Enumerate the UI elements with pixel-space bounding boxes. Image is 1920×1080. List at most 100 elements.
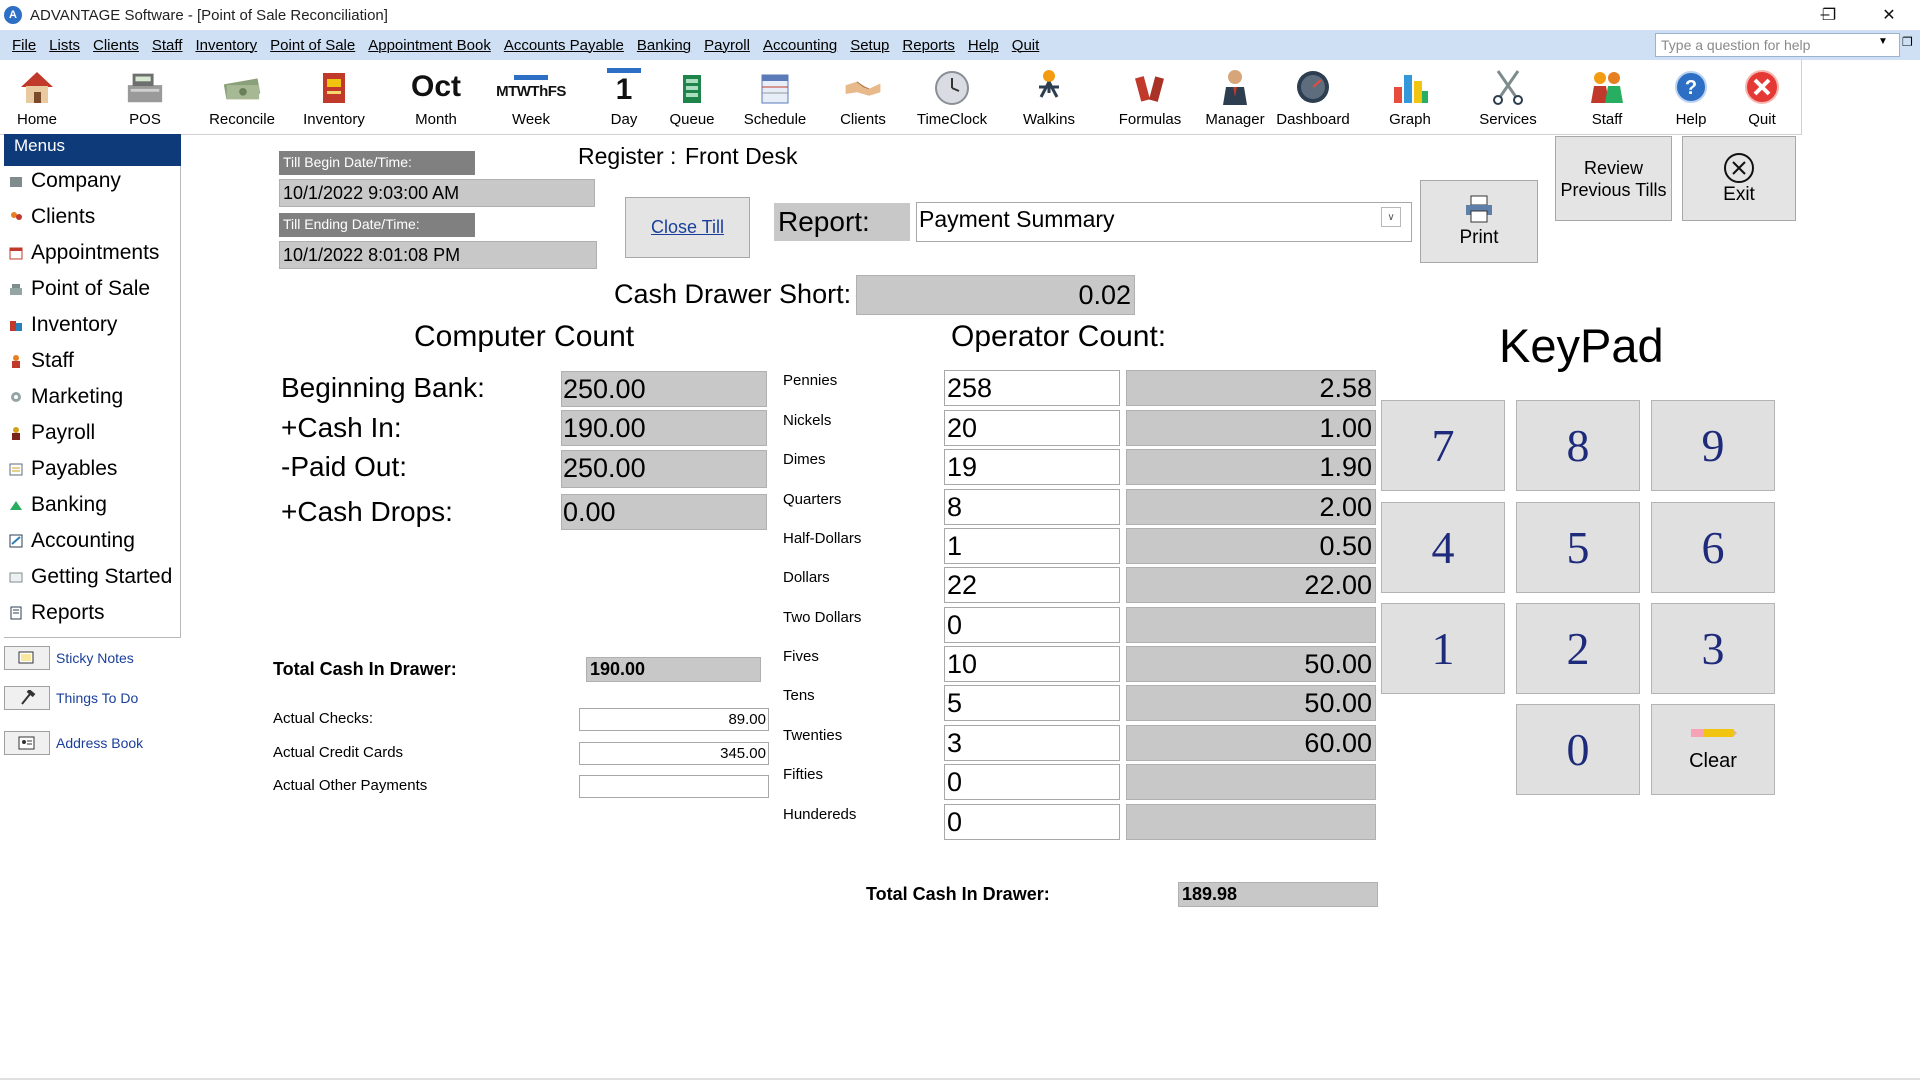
sticky-notes-icon[interactable] (4, 646, 50, 670)
sidebar-item-inventory[interactable]: Inventory (8, 310, 117, 340)
hundreds-count-input[interactable]: 0 (944, 804, 1120, 840)
menu-clients[interactable]: Clients (93, 37, 139, 54)
two-dollars-count-input[interactable]: 0 (944, 607, 1120, 643)
fives-count-input[interactable]: 10 (944, 646, 1120, 682)
toolbar-pos-button[interactable]: POS (120, 60, 170, 135)
sidebar-item-company[interactable]: Company (8, 166, 121, 196)
sidebar-item-marketing[interactable]: Marketing (8, 382, 123, 412)
twenties-count-input[interactable]: 3 (944, 725, 1120, 761)
toolbar-clients-button[interactable]: Clients (836, 60, 890, 135)
fifties-count-input[interactable]: 0 (944, 764, 1120, 800)
toolbar-day-button[interactable]: 1 Day (598, 60, 650, 135)
review-previous-tills-button[interactable]: Review Previous Tills (1555, 136, 1672, 221)
sidebar-item-payables[interactable]: Payables (8, 454, 117, 484)
menu-point-of-sale[interactable]: Point of Sale (270, 37, 355, 54)
help-dropdown-icon[interactable]: ▼ (1878, 36, 1888, 47)
toolbar-schedule-button[interactable]: Schedule (742, 60, 808, 135)
sidebar-item-point-of-sale[interactable]: Point of Sale (8, 274, 150, 304)
keypad-key-3[interactable]: 3 (1651, 603, 1775, 694)
sidebar-item-getting-started[interactable]: Getting Started (8, 562, 172, 592)
toolbar-services-button[interactable]: Services (1472, 60, 1544, 135)
keypad-key-2[interactable]: 2 (1516, 603, 1640, 694)
exit-button[interactable]: Exit (1682, 136, 1796, 221)
keypad-key-4[interactable]: 4 (1381, 502, 1505, 593)
sidebar-item-staff[interactable]: Staff (8, 346, 74, 376)
toolbar-inventory-button[interactable]: Inventory (302, 60, 366, 135)
sidebar-item-banking[interactable]: Banking (8, 490, 107, 520)
menu-file[interactable]: File (12, 37, 36, 54)
sidebar-item-accounting[interactable]: Accounting (8, 526, 135, 556)
keypad-key-7[interactable]: 7 (1381, 400, 1505, 491)
chevron-down-icon[interactable]: ∨ (1381, 207, 1401, 227)
print-button[interactable]: Print (1420, 180, 1538, 263)
toolbar-month-button[interactable]: Oct Month (408, 60, 464, 135)
actual-credit-cards-input[interactable]: 345.00 (579, 742, 769, 765)
menu-reports[interactable]: Reports (902, 37, 955, 54)
nickels-count-input[interactable]: 20 (944, 410, 1120, 446)
sidebar-item-appointments[interactable]: Appointments (8, 238, 159, 268)
keypad-key-9[interactable]: 9 (1651, 400, 1775, 491)
toolbar-home-button[interactable]: Home (12, 60, 62, 135)
menu-accounting[interactable]: Accounting (763, 37, 837, 54)
menu-banking[interactable]: Banking (637, 37, 691, 54)
close-button[interactable]: ✕ (1866, 0, 1912, 30)
toolbar-timeclock-button[interactable]: TimeClock (910, 60, 994, 135)
week-icon-bar (514, 74, 548, 80)
menu-inventory[interactable]: Inventory (195, 37, 257, 54)
menu-help[interactable]: Help (968, 37, 999, 54)
quarters-count-input[interactable]: 8 (944, 489, 1120, 525)
toolbar-staff-button[interactable]: Staff (1582, 60, 1632, 135)
operator-total-value: 189.98 (1178, 882, 1378, 907)
report-select[interactable]: Payment Summary ∨ (916, 202, 1412, 242)
toolbar-help-button[interactable]: ? Help (1666, 60, 1716, 135)
menu-quit[interactable]: Quit (1012, 37, 1040, 54)
dimes-count-input[interactable]: 19 (944, 449, 1120, 485)
sticky-notes-shortcut[interactable]: Sticky Notes (4, 645, 134, 671)
toolbar-dashboard-button[interactable]: Dashboard (1276, 60, 1350, 135)
address-book-shortcut[interactable]: Address Book (4, 730, 143, 756)
things-to-do-label[interactable]: Things To Do (56, 690, 138, 706)
keypad-key-0[interactable]: 0 (1516, 704, 1640, 795)
actual-checks-input[interactable]: 89.00 (579, 708, 769, 731)
toolbar-queue-button[interactable]: Queue (666, 60, 718, 135)
pennies-count-input[interactable]: 258 (944, 370, 1120, 406)
menu-payroll[interactable]: Payroll (704, 37, 750, 54)
menu-appointment-book[interactable]: Appointment Book (368, 37, 491, 54)
keypad-clear-button[interactable]: Clear (1651, 704, 1775, 795)
close-till-button[interactable]: Close Till (625, 197, 750, 258)
toolbar-week-button[interactable]: MTWThFS Week (486, 60, 576, 135)
keypad-key-5[interactable]: 5 (1516, 502, 1640, 593)
toolbar-manager-button[interactable]: Manager (1204, 60, 1266, 135)
toolbar-label: Day (610, 111, 638, 128)
sidebar-item-clients[interactable]: Clients (8, 202, 95, 232)
beginning-bank-value: 250.00 (561, 371, 767, 407)
mdi-restore-icon[interactable]: ❐ (1902, 35, 1913, 49)
hammer-icon[interactable] (4, 686, 50, 710)
keypad-key-8[interactable]: 8 (1516, 400, 1640, 491)
menu-setup[interactable]: Setup (850, 37, 889, 54)
menu-staff[interactable]: Staff (152, 37, 183, 54)
help-search-input[interactable]: Type a question for help (1655, 33, 1900, 57)
menu-accounts-payable[interactable]: Accounts Payable (504, 37, 624, 54)
sidebar-item-payroll[interactable]: Payroll (8, 418, 95, 448)
half-dollars-count-input[interactable]: 1 (944, 528, 1120, 564)
keypad-key-1[interactable]: 1 (1381, 603, 1505, 694)
menu-lists[interactable]: Lists (49, 37, 80, 54)
tens-count-input[interactable]: 5 (944, 685, 1120, 721)
dollars-count-input[interactable]: 22 (944, 567, 1120, 603)
toolbar-formulas-button[interactable]: Formulas (1116, 60, 1184, 135)
toolbar-quit-button[interactable]: Quit (1738, 60, 1786, 135)
walkin-icon (1029, 64, 1069, 110)
keypad-key-6[interactable]: 6 (1651, 502, 1775, 593)
toolbar-walkins-button[interactable]: Walkins (1020, 60, 1078, 135)
sidebar-item-reports[interactable]: Reports (8, 598, 105, 628)
toolbar-reconcile-button[interactable]: Reconcile (209, 60, 275, 135)
title-bar: A ADVANTAGE Software - [Point of Sale Re… (0, 0, 1920, 30)
things-to-do-shortcut[interactable]: Things To Do (4, 685, 138, 711)
actual-other-payments-input[interactable] (579, 775, 769, 798)
restore-button[interactable]: ❐ (1806, 0, 1852, 30)
address-book-label[interactable]: Address Book (56, 735, 143, 751)
toolbar-graph-button[interactable]: Graph (1386, 60, 1434, 135)
sticky-notes-label[interactable]: Sticky Notes (56, 650, 134, 666)
address-book-icon[interactable] (4, 731, 50, 755)
